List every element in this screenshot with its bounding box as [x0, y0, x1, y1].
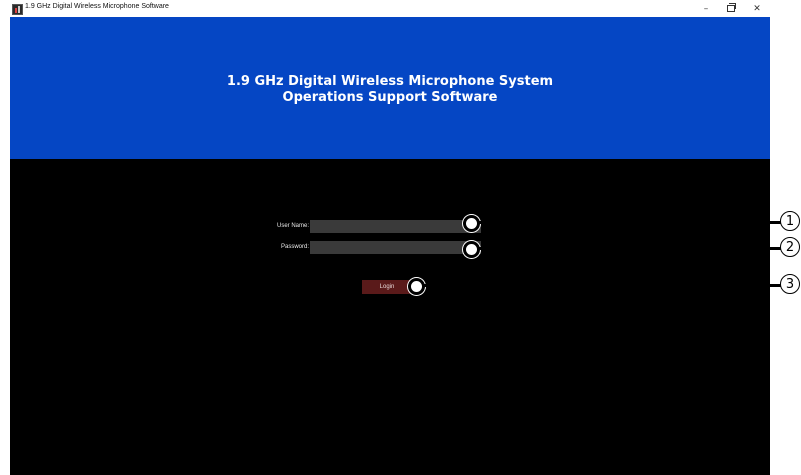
banner-title-line2: Operations Support Software [282, 90, 498, 105]
header-banner: 1.9 GHz Digital Wireless Microphone Syst… [10, 17, 770, 159]
callout-line-2 [478, 247, 781, 250]
window-title: 1.9 GHz Digital Wireless Microphone Soft… [25, 3, 169, 10]
restore-icon [727, 3, 736, 12]
banner-title-line1: 1.9 GHz Digital Wireless Microphone Syst… [226, 74, 554, 89]
callout-number-2: 2 [780, 237, 800, 257]
username-input[interactable] [310, 220, 481, 233]
banner-title: 1.9 GHz Digital Wireless Microphone Syst… [10, 74, 770, 106]
login-button[interactable]: Login [362, 280, 412, 294]
maximize-button[interactable] [719, 0, 743, 17]
window-titlebar: 1.9 GHz Digital Wireless Microphone Soft… [0, 0, 770, 17]
username-label: User Name: [276, 223, 309, 229]
minimize-button[interactable]: – [694, 0, 718, 17]
password-input[interactable] [310, 241, 481, 254]
callout-line-3 [423, 284, 781, 287]
app-icon [12, 4, 23, 15]
callout-line-1 [478, 221, 781, 224]
password-label: Password: [280, 244, 309, 250]
callout-number-1: 1 [780, 211, 800, 231]
app-window: 1.9 GHz Digital Wireless Microphone Syst… [10, 17, 770, 475]
close-button[interactable]: ✕ [745, 0, 769, 17]
callout-number-3: 3 [780, 274, 800, 294]
